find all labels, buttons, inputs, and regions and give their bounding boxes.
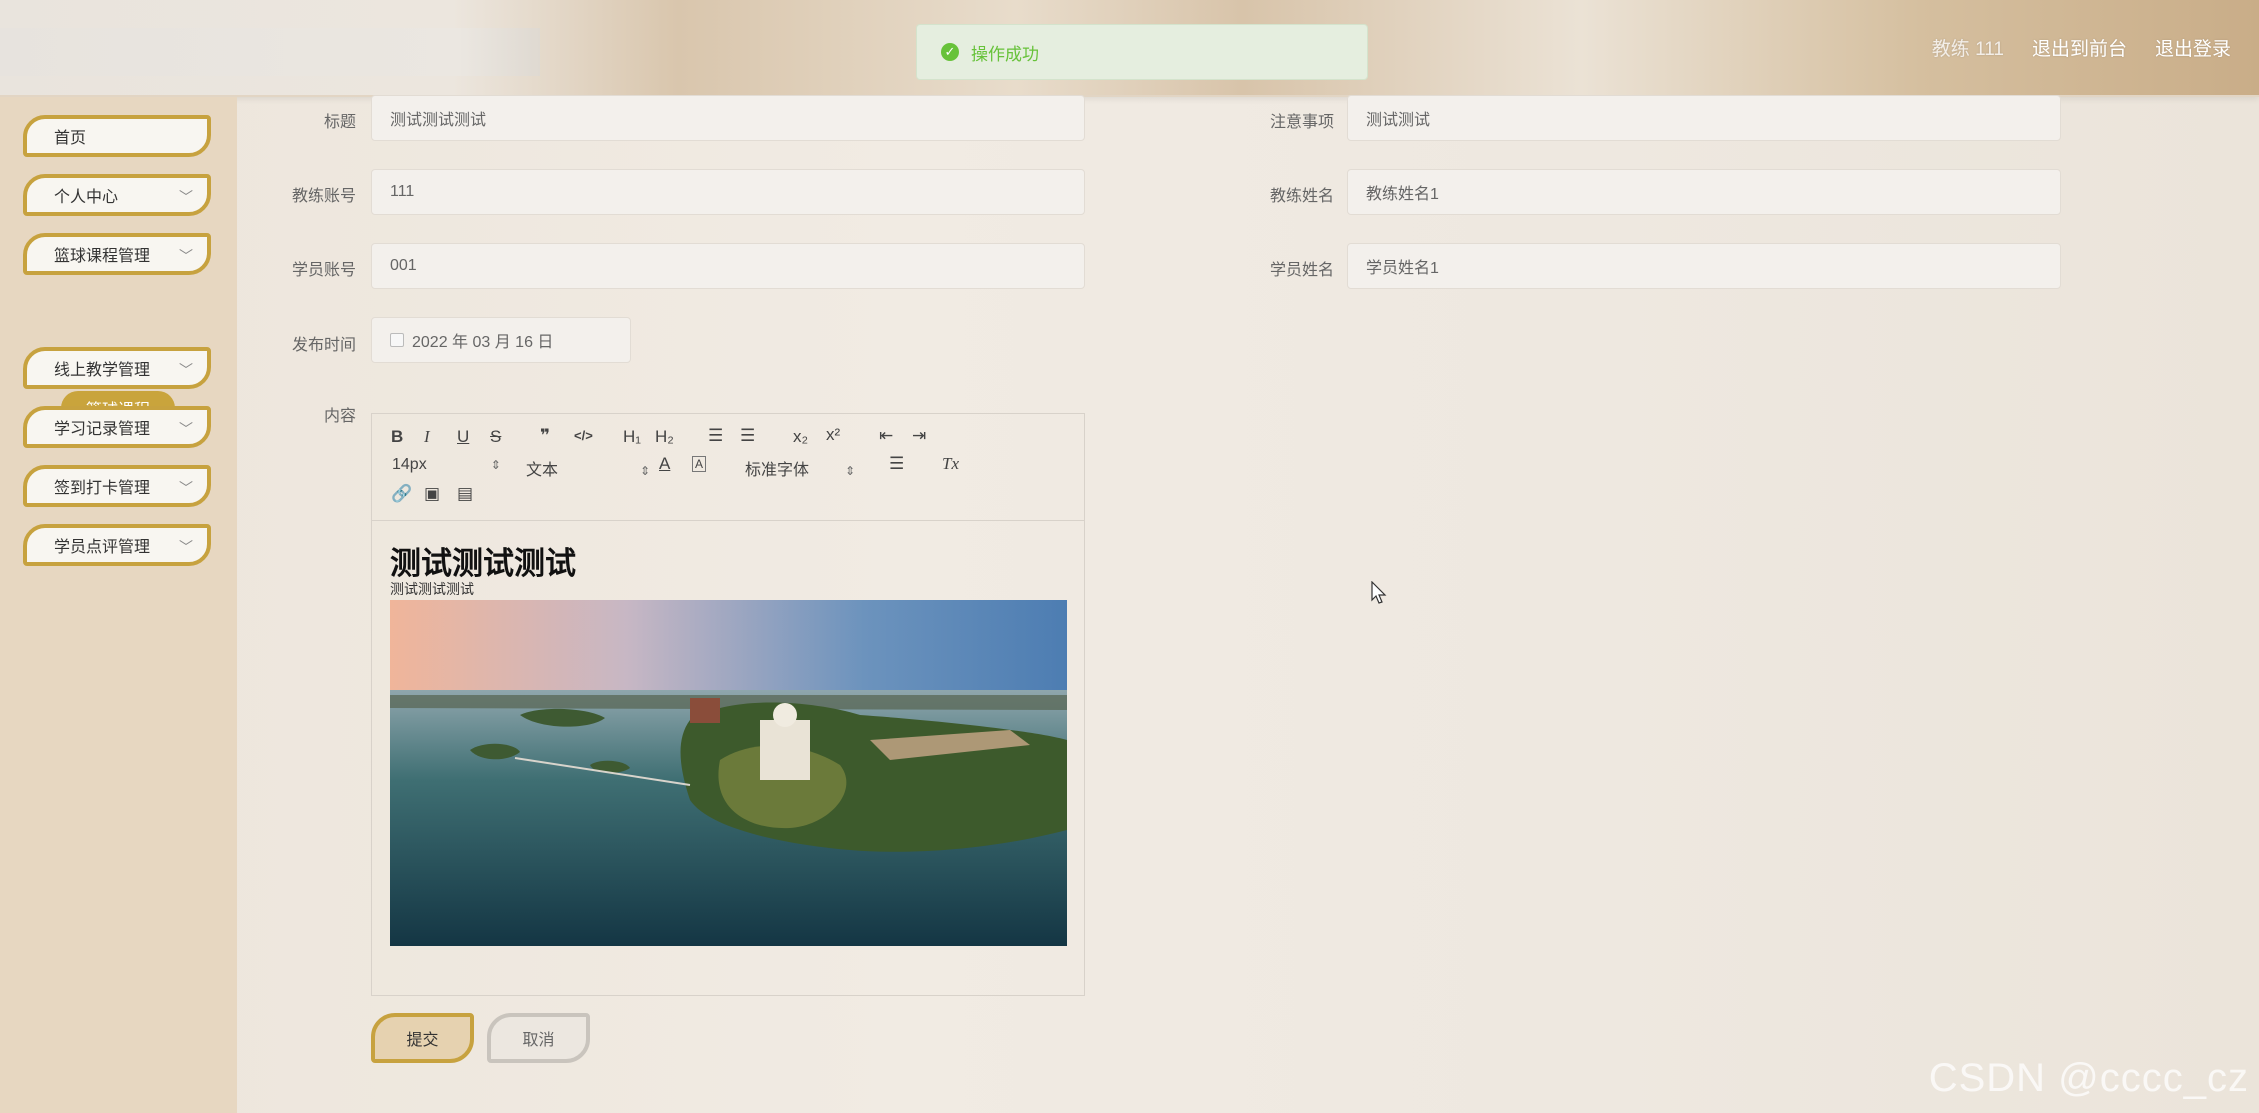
- header-banner: [0, 28, 540, 76]
- sidebar-item-personal-center[interactable]: 个人中心 ﹀: [23, 174, 211, 216]
- coach-name-field[interactable]: 教练姓名1: [1347, 169, 2061, 215]
- code-block-button[interactable]: </>: [574, 428, 593, 443]
- publish-time-label: 发布时间: [291, 337, 356, 354]
- outdent-icon[interactable]: ⇤: [879, 426, 893, 446]
- video-icon[interactable]: ▤: [457, 484, 473, 504]
- coach-account-field[interactable]: 111: [371, 169, 1085, 215]
- sidebar-item-label: 线上教学管理: [54, 362, 151, 379]
- sidebar-item-checkin-mgmt[interactable]: 签到打卡管理 ﹀: [23, 465, 211, 507]
- sidebar-item-basketball-course-mgmt[interactable]: 篮球课程管理 ﹀: [23, 233, 211, 275]
- font-size-value: 14px: [392, 456, 427, 473]
- underline-button[interactable]: U: [457, 427, 469, 447]
- success-toast: ✓ 操作成功: [916, 24, 1368, 80]
- editor-toolbar: B I U S ❞ </> H₁ H₂ ☰ ☰ x₂ x² ⇤ ⇥ 14px ⇕ …: [372, 414, 1084, 521]
- mouse-cursor-icon: [1371, 580, 1387, 610]
- align-icon[interactable]: ☰: [889, 454, 904, 474]
- watermark: CSDN @cccc_cz: [1928, 1056, 2249, 1100]
- back-to-front-link[interactable]: 退出到前台: [2032, 34, 2127, 61]
- block-type-select[interactable]: 文本 ⇕: [526, 456, 650, 480]
- content-paragraph: 测试测试测试: [390, 581, 474, 597]
- select-arrows-icon: ⇕: [845, 464, 856, 478]
- coach-account-label: 教练账号: [291, 188, 356, 205]
- chevron-down-icon: ﹀: [179, 248, 193, 264]
- content-heading: 测试测试测试: [390, 546, 576, 581]
- title-field[interactable]: 测试测试测试: [371, 95, 1085, 141]
- blockquote-button[interactable]: ❞: [540, 426, 550, 446]
- content-label: 内容: [323, 408, 356, 425]
- cancel-button[interactable]: 取消: [487, 1013, 590, 1063]
- link-icon[interactable]: 🔗: [391, 484, 412, 504]
- bold-button[interactable]: B: [391, 427, 403, 447]
- sidebar-item-label: 个人中心: [54, 189, 119, 206]
- clear-format-button[interactable]: Tx: [942, 454, 959, 474]
- heading1-button[interactable]: H₁: [623, 427, 641, 447]
- chevron-down-icon: ﹀: [179, 362, 193, 378]
- coach-name-label: 教练姓名: [1269, 188, 1334, 205]
- title-label: 标题: [323, 114, 356, 131]
- heading2-button[interactable]: H₂: [655, 427, 674, 447]
- chevron-down-icon: ﹀: [179, 480, 193, 496]
- publish-time-value: 2022 年 03 月 16 日: [412, 334, 554, 351]
- sidebar-item-home[interactable]: 首页: [23, 115, 211, 157]
- sidebar-item-label: 签到打卡管理: [54, 480, 151, 497]
- sidebar-item-study-record-mgmt[interactable]: 学习记录管理 ﹀: [23, 406, 211, 448]
- sidebar-item-online-teaching-mgmt[interactable]: 线上教学管理 ﹀: [23, 347, 211, 389]
- publish-time-field[interactable]: 2022 年 03 月 16 日: [371, 317, 631, 363]
- sidebar-item-label: 首页: [54, 130, 87, 147]
- check-circle-icon: ✓: [941, 43, 959, 61]
- block-type-value: 文本: [526, 462, 559, 479]
- italic-button[interactable]: I: [424, 427, 430, 447]
- notes-field[interactable]: 测试测试: [1347, 95, 2061, 141]
- logout-link[interactable]: 退出登录: [2155, 34, 2231, 61]
- student-name-field[interactable]: 学员姓名1: [1347, 243, 2061, 289]
- ordered-list-icon[interactable]: ☰: [708, 426, 723, 446]
- student-account-label: 学员账号: [291, 262, 356, 279]
- content-image: [390, 600, 1067, 946]
- image-icon[interactable]: ▣: [424, 484, 440, 504]
- notes-label: 注意事项: [1269, 114, 1334, 131]
- rich-text-editor[interactable]: B I U S ❞ </> H₁ H₂ ☰ ☰ x₂ x² ⇤ ⇥ 14px ⇕ …: [371, 413, 1085, 996]
- subscript-button[interactable]: x₂: [793, 427, 808, 447]
- aerial-photo-illustration: [390, 600, 1067, 946]
- sidebar-item-label: 学习记录管理: [54, 421, 151, 438]
- chevron-down-icon: ﹀: [179, 421, 193, 437]
- student-name-label: 学员姓名: [1269, 262, 1334, 279]
- submit-button[interactable]: 提交: [371, 1013, 474, 1063]
- strike-button[interactable]: S: [490, 427, 501, 447]
- sidebar: 首页 个人中心 ﹀ 篮球课程管理 ﹀ 篮球课程 线上教学管理 ﹀ 学习记录管理 …: [0, 97, 237, 1113]
- current-user-label: 教练 111: [1931, 39, 2004, 60]
- chevron-down-icon: ﹀: [179, 189, 193, 205]
- student-account-field[interactable]: 001: [371, 243, 1085, 289]
- select-arrows-icon: ⇕: [640, 464, 651, 478]
- superscript-button[interactable]: x²: [826, 425, 840, 445]
- header-links: 教练 111 退出到前台 退出登录: [1932, 34, 2231, 61]
- select-arrows-icon: ⇕: [490, 458, 501, 472]
- calendar-icon: [390, 333, 404, 347]
- background-color-icon[interactable]: A: [692, 456, 707, 472]
- font-family-value: 标准字体: [745, 462, 810, 479]
- sidebar-item-label: 篮球课程管理: [54, 248, 151, 265]
- font-color-icon[interactable]: A: [659, 454, 670, 474]
- bullet-list-icon[interactable]: ☰: [740, 426, 755, 446]
- sidebar-item-label: 学员点评管理: [54, 539, 151, 556]
- sidebar-item-student-review-mgmt[interactable]: 学员点评管理 ﹀: [23, 524, 211, 566]
- toast-message: 操作成功: [971, 44, 1039, 64]
- indent-icon[interactable]: ⇥: [912, 426, 926, 446]
- font-size-select[interactable]: 14px ⇕: [392, 456, 501, 474]
- chevron-down-icon: ﹀: [179, 539, 193, 555]
- font-family-select[interactable]: 标准字体 ⇕: [745, 456, 855, 480]
